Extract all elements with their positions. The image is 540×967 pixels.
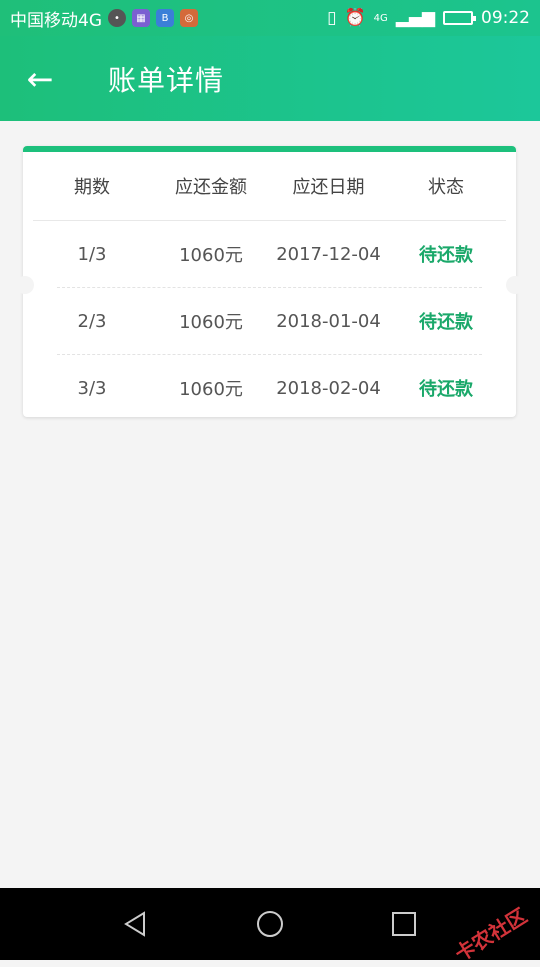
notification-gallery-icon: ▦: [132, 9, 150, 27]
square-recents-icon: [392, 912, 416, 936]
system-nav-bar: 卡农社区: [0, 888, 540, 966]
notification-app-icon: B: [156, 9, 174, 27]
back-arrow-icon: ←: [26, 59, 54, 98]
signal-icon: ▂▄▆: [395, 8, 435, 28]
app-header: ← 账单详情: [0, 36, 540, 121]
column-header-period: 期数: [74, 177, 110, 198]
card-notch-right: [506, 276, 524, 294]
status-cell: 待还款: [419, 312, 473, 333]
alarm-icon: ⏰: [344, 8, 366, 28]
date-cell: 2017-12-04: [276, 243, 381, 265]
network-type-label: 4G: [373, 12, 388, 24]
nav-recents-button[interactable]: [382, 902, 426, 946]
column-header-amount: 应还金额: [175, 177, 247, 198]
carrier-label: 中国移动4G: [10, 10, 102, 31]
page-title: 账单详情: [108, 63, 225, 97]
battery-icon: [443, 11, 476, 25]
amount-cell: 1060元: [179, 312, 243, 333]
card-notch-left: [16, 276, 34, 294]
notification-app-icon: ◎: [180, 9, 198, 27]
table-header-row: 期数 应还金额 应还日期 状态: [23, 152, 516, 220]
date-cell: 2018-02-04: [276, 377, 381, 399]
status-bar: 中国移动4G • ▦ B ◎ ▯ ⏰ 4G ▂▄▆ 09:22: [0, 0, 540, 36]
column-header-status: 状态: [428, 177, 464, 198]
date-cell: 2018-01-04: [276, 310, 381, 332]
bill-table-card: 期数 应还金额 应还日期 状态 1/3 1060元 2017-12-04 待还款…: [23, 146, 516, 417]
period-cell: 1/3: [77, 243, 107, 265]
notification-app-icon: •: [108, 9, 126, 27]
period-cell: 2/3: [77, 310, 107, 332]
table-row[interactable]: 3/3 1060元 2018-02-04 待还款: [23, 355, 516, 421]
nav-home-button[interactable]: [248, 902, 292, 946]
watermark-logo: 卡农社区: [450, 903, 532, 967]
status-cell: 待还款: [419, 245, 473, 266]
column-header-date: 应还日期: [292, 177, 365, 198]
clock-label: 09:22: [481, 8, 530, 28]
back-button[interactable]: ←: [0, 36, 80, 121]
nav-back-button[interactable]: [114, 902, 158, 946]
amount-cell: 1060元: [179, 379, 243, 400]
amount-cell: 1060元: [179, 245, 243, 266]
table-row[interactable]: 1/3 1060元 2017-12-04 待还款: [23, 221, 516, 287]
period-cell: 3/3: [77, 377, 107, 399]
triangle-back-icon: [124, 911, 145, 937]
circle-home-icon: [257, 911, 283, 937]
status-cell: 待还款: [419, 379, 473, 400]
table-row[interactable]: 2/3 1060元 2018-01-04 待还款: [23, 288, 516, 354]
vibrate-icon: ▯: [327, 8, 337, 28]
